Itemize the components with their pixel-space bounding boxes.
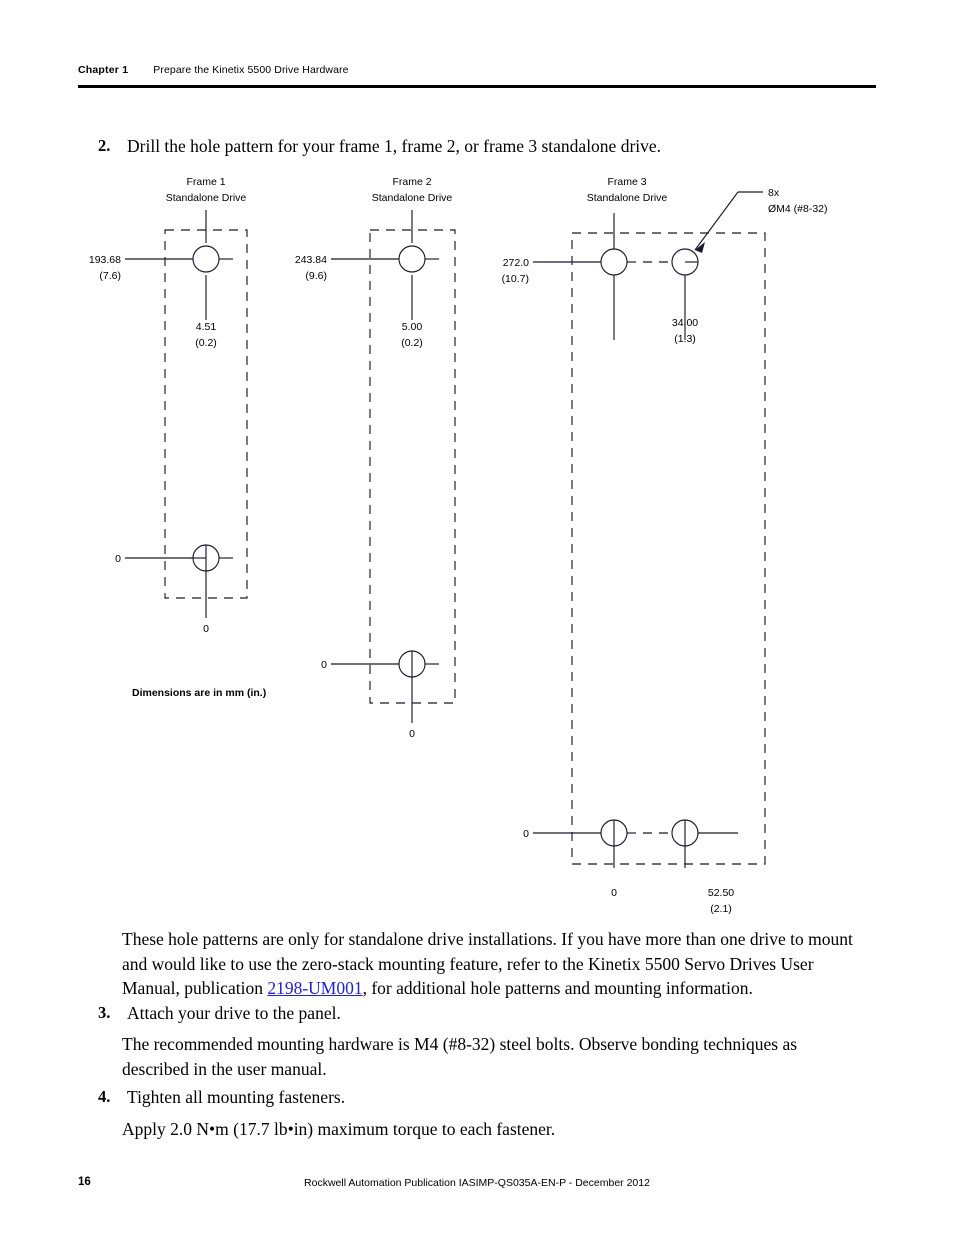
chapter-label: Chapter 1 [78, 64, 129, 76]
frame-3-bottom-right-dim-mm: 52.50 [708, 887, 734, 899]
frame-1-hole-top [192, 245, 220, 273]
frame-3-horizontal-dim-mm: 34.00 [672, 317, 698, 329]
frame-3-title-line2: Standalone Drive [587, 192, 668, 204]
step-4: 4. Tighten all mounting fasteners. [98, 1085, 858, 1109]
callout-leader-line [694, 191, 763, 251]
frame-1-centerlines [125, 210, 233, 618]
frame-3-outline [571, 232, 766, 865]
dimensions-unit-note: Dimensions are in mm (in.) [132, 687, 267, 699]
step-3: 3. Attach your drive to the panel. [98, 1001, 858, 1025]
torque-note: Apply 2.0 N•m (17.7 lb•in) maximum torqu… [122, 1117, 830, 1142]
callout-label-line2: ØM4 (#8-32) [768, 203, 828, 215]
step-3-text: Attach your drive to the panel. [127, 1003, 341, 1023]
frame-2-horizontal-dim-inch: (0.2) [401, 337, 423, 349]
frame-2-vertical-dim-mm: 243.84 [295, 254, 327, 266]
mounting-hardware-text: The recommended mounting hardware is M4 … [122, 1034, 798, 1079]
frame-3-vertical-dim-inch: (10.7) [502, 273, 529, 285]
frame-3-title-line1: Frame 3 [607, 176, 646, 188]
hole-pattern-drawing: Frame 1 Standalone Drive 193.68 (7.6) 4.… [89, 176, 828, 915]
frame-3-origin-bottom: 0 [611, 887, 617, 899]
torque-text: Apply 2.0 N•m (17.7 lb•in) maximum torqu… [122, 1119, 556, 1139]
mounting-hardware-note: The recommended mounting hardware is M4 … [122, 1032, 830, 1081]
step-2-number: 2. [98, 136, 111, 155]
frame-2-title-line1: Frame 2 [392, 176, 431, 188]
document-page: Chapter 1 Prepare the Kinetix 5500 Drive… [0, 0, 954, 1235]
chapter-title: Prepare the Kinetix 5500 Drive Hardware [153, 64, 349, 76]
step-3-number: 3. [98, 1003, 111, 1022]
step-2: 2. Drill the hole pattern for your frame… [98, 134, 858, 158]
frame-1-vertical-dim-inch: (7.6) [99, 270, 121, 282]
frame-1-origin-left: 0 [115, 553, 121, 565]
frame-2-origin-left: 0 [321, 659, 327, 671]
frame-1-horizontal-dim-mm: 4.51 [196, 321, 217, 333]
hole-pattern-note: These hole patterns are only for standal… [122, 927, 874, 1001]
frame-3-hole-top-left [600, 248, 628, 276]
frame-3-centerlines [533, 213, 738, 868]
frame-2-vertical-dim-inch: (9.6) [305, 270, 327, 282]
frame-3-vertical-dim-mm: 272.0 [503, 257, 529, 269]
frame-1-horizontal-dim-inch: (0.2) [195, 337, 217, 349]
hole-pattern-note-part2: , for additional hole patterns and mount… [362, 978, 753, 998]
header-divider [78, 85, 876, 88]
frame-1-vertical-dim-mm: 193.68 [89, 254, 121, 266]
step-4-text: Tighten all mounting fasteners. [127, 1087, 346, 1107]
frame-2-horizontal-dim-mm: 5.00 [402, 321, 423, 333]
frame-2-centerlines [331, 210, 439, 723]
frame-2-origin-bottom: 0 [409, 728, 415, 740]
callout-label-line1: 8x [768, 187, 780, 199]
publication-link[interactable]: 2198-UM001 [267, 978, 362, 998]
frame-3-horizontal-dim-inch: (1.3) [674, 333, 696, 345]
frame-1-origin-bottom: 0 [203, 623, 209, 635]
frame-2-title-line2: Standalone Drive [372, 192, 453, 204]
step-4-number: 4. [98, 1087, 111, 1106]
frame-2-hole-top [398, 245, 426, 273]
frame-1-title-line1: Frame 1 [186, 176, 225, 188]
footer-publication: Rockwell Automation Publication IASIMP-Q… [304, 1177, 650, 1189]
frame-1-title-line2: Standalone Drive [166, 192, 247, 204]
step-2-text: Drill the hole pattern for your frame 1,… [127, 136, 662, 156]
running-header: Chapter 1 Prepare the Kinetix 5500 Drive… [78, 64, 876, 76]
hole-pattern-figure: Frame 1 Standalone Drive 193.68 (7.6) 4.… [78, 168, 878, 918]
frame-3-origin-left: 0 [523, 828, 529, 840]
frame-3-bottom-right-dim-inch: (2.1) [710, 903, 732, 915]
